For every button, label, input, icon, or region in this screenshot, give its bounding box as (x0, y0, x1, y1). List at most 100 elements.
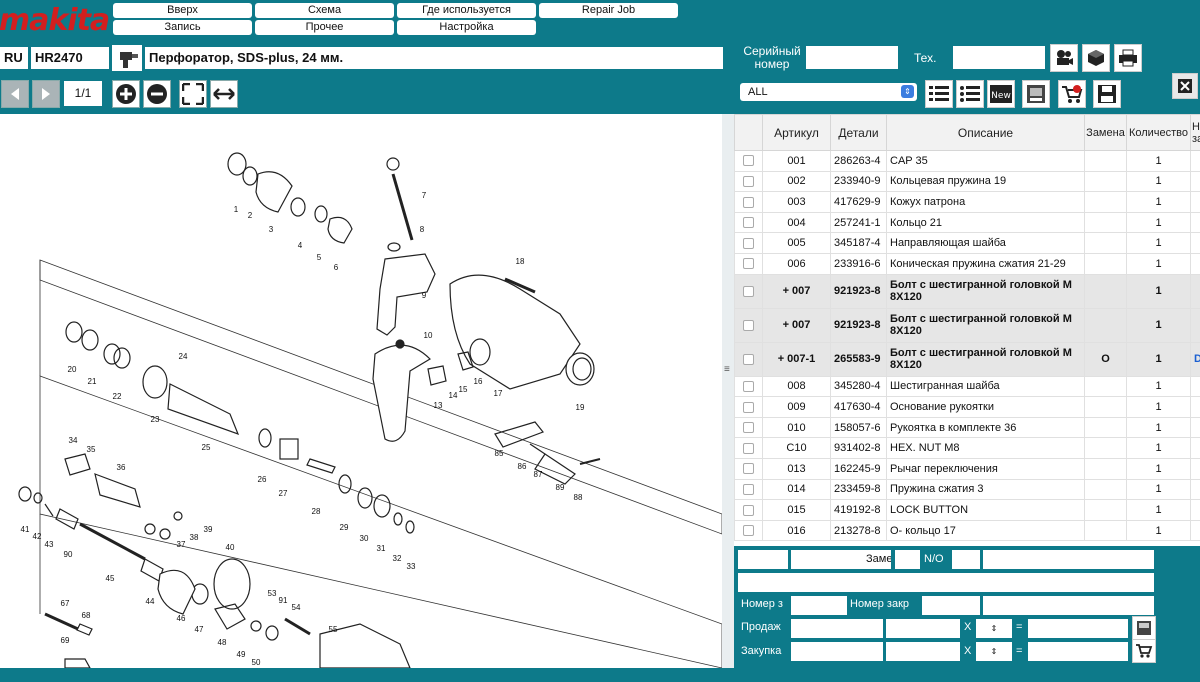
diagram-callout-34[interactable]: 34 (69, 436, 78, 445)
sales-price-field[interactable] (791, 619, 883, 638)
diagram-callout-35[interactable]: 35 (87, 445, 96, 454)
diagram-callout-30[interactable]: 30 (360, 534, 369, 543)
table-row[interactable]: 010 158057-6 Рукоятка в комплекте 36 1 (734, 416, 1200, 439)
diagram-callout-42[interactable]: 42 (33, 532, 42, 541)
row-checkbox[interactable] (734, 211, 763, 234)
header-replacement[interactable]: Замена (1084, 114, 1127, 151)
form-field-3[interactable] (983, 550, 1154, 569)
diagram-callout-89[interactable]: 89 (556, 483, 565, 492)
diagram-callout-44[interactable]: 44 (146, 597, 155, 606)
row-checkbox[interactable] (734, 437, 763, 459)
row-checkbox[interactable] (734, 416, 763, 439)
menu-up-button[interactable]: Вверх (113, 3, 252, 18)
sales-qty-stepper[interactable]: ⇕ (976, 619, 1012, 638)
row-checkbox-input[interactable] (743, 237, 754, 249)
diagram-callout-90[interactable]: 90 (64, 550, 73, 559)
menu-other-button[interactable]: Прочее (255, 20, 394, 35)
diagram-callout-85[interactable]: 85 (495, 449, 504, 458)
diagram-callout-69[interactable]: 69 (61, 636, 70, 645)
sales-discount-field[interactable] (886, 619, 960, 638)
prev-page-button[interactable] (1, 80, 29, 108)
diagram-callout-24[interactable]: 24 (179, 352, 188, 361)
order-close-field[interactable] (922, 596, 980, 615)
purchase-price-field[interactable] (791, 642, 883, 661)
zoom-out-icon[interactable] (143, 80, 171, 108)
diagram-callout-40[interactable]: 40 (226, 543, 235, 552)
diagram-callout-87[interactable]: 87 (534, 470, 543, 479)
row-checkbox[interactable] (734, 457, 763, 480)
row-checkbox[interactable] (734, 341, 763, 377)
row-checkbox-input[interactable] (743, 217, 754, 229)
table-row[interactable]: 002 233940-9 Кольцевая пружина 19 1 (734, 170, 1200, 193)
diagram-callout-43[interactable]: 43 (45, 540, 54, 549)
table-row[interactable]: 013 162245-9 Рычаг переключения 1 (734, 457, 1200, 480)
cart-icon[interactable] (1132, 639, 1156, 663)
diagram-callout-53[interactable]: 53 (268, 589, 277, 598)
diagram-callout-39[interactable]: 39 (204, 525, 213, 534)
diagram-callout-21[interactable]: 21 (88, 377, 97, 386)
row-checkbox[interactable] (734, 375, 763, 398)
diagram-callout-55[interactable]: 55 (329, 625, 338, 634)
diagram-callout-41[interactable]: 41 (21, 525, 30, 534)
save-icon[interactable] (1093, 80, 1121, 108)
diagram-callout-8[interactable]: 8 (420, 225, 425, 234)
diagram-callout-26[interactable]: 26 (258, 475, 267, 484)
serial-input[interactable] (806, 46, 898, 69)
table-row[interactable]: + 007 921923-8 Болт с шестигранной головко… (734, 307, 1200, 343)
zam-field[interactable] (895, 550, 920, 569)
diagram-callout-14[interactable]: 14 (449, 391, 458, 400)
table-row[interactable]: 005 345187-4 Направляющая шайба 1 (734, 232, 1200, 254)
next-page-button[interactable] (32, 80, 60, 108)
export-icon[interactable] (1022, 80, 1050, 108)
row-checkbox[interactable] (734, 307, 763, 343)
cart-add-icon[interactable] (1058, 80, 1086, 108)
row-checkbox-input[interactable] (743, 353, 754, 365)
row-checkbox[interactable] (734, 252, 763, 275)
diagram-callout-86[interactable]: 86 (518, 462, 527, 471)
diagram-callout-36[interactable]: 36 (117, 463, 126, 472)
diagram-callout-7[interactable]: 7 (422, 191, 427, 200)
diagram-callout-50[interactable]: 50 (252, 658, 261, 667)
diagram-callout-91[interactable]: 91 (279, 596, 288, 605)
camera-icon[interactable] (1050, 44, 1078, 72)
row-checkbox-input[interactable] (743, 401, 754, 413)
fit-page-icon[interactable] (179, 80, 207, 108)
exploded-diagram[interactable]: 1 2 3 4 5 6 7 8 9 10 13 14 15 16 17 18 19 20 21 22 23 24 25 26 2… (0, 114, 722, 668)
table-row[interactable]: 004 257241-1 Кольцо 21 1 (734, 211, 1200, 234)
table-row[interactable]: + 007-1 265583-9 Болт с шестигранной голов… (734, 341, 1200, 377)
menu-repair-job-button[interactable]: Repair Job (539, 3, 678, 18)
row-checkbox-input[interactable] (743, 155, 754, 167)
table-row[interactable]: 001 286263-4 CAP 35 1 (734, 150, 1200, 172)
purchase-total-field[interactable] (1028, 642, 1128, 661)
diagram-callout-49[interactable]: 49 (237, 650, 246, 659)
new-items-icon[interactable]: New (987, 80, 1015, 108)
table-row[interactable]: 003 417629-9 Кожух патрона 1 (734, 191, 1200, 213)
row-checkbox[interactable] (734, 478, 763, 501)
menu-settings-button[interactable]: Настройка (397, 20, 536, 35)
sales-total-field[interactable] (1028, 619, 1128, 638)
purchase-qty-stepper[interactable]: ⇕ (976, 642, 1012, 661)
table-row[interactable]: 009 417630-4 Основание рукоятки 1 (734, 396, 1200, 418)
diagram-callout-22[interactable]: 22 (113, 392, 122, 401)
row-checkbox[interactable] (734, 519, 763, 542)
diagram-callout-67[interactable]: 67 (61, 599, 70, 608)
row-checkbox-input[interactable] (743, 196, 754, 208)
diagram-callout-31[interactable]: 31 (377, 544, 386, 553)
diagram-callout-46[interactable]: 46 (177, 614, 186, 623)
purchase-discount-field[interactable] (886, 642, 960, 661)
print-icon[interactable] (1114, 44, 1142, 72)
diagram-callout-28[interactable]: 28 (312, 507, 321, 516)
header-article[interactable]: Артикул (762, 114, 831, 151)
panel-splitter[interactable]: ≡ (722, 114, 734, 668)
row-checkbox-input[interactable] (743, 258, 754, 270)
row-checkbox[interactable] (734, 499, 763, 521)
order-number-field[interactable] (791, 596, 847, 615)
row-checkbox-input[interactable] (743, 463, 754, 475)
diagram-callout-33[interactable]: 33 (407, 562, 416, 571)
menu-record-button[interactable]: Запись (113, 20, 252, 35)
diagram-callout-47[interactable]: 47 (195, 625, 204, 634)
diagram-callout-5[interactable]: 5 (317, 253, 322, 262)
diagram-callout-25[interactable]: 25 (202, 443, 211, 452)
table-row[interactable]: 014 233459-8 Пружина сжатия 3 1 (734, 478, 1200, 501)
row-checkbox-input[interactable] (743, 380, 754, 392)
